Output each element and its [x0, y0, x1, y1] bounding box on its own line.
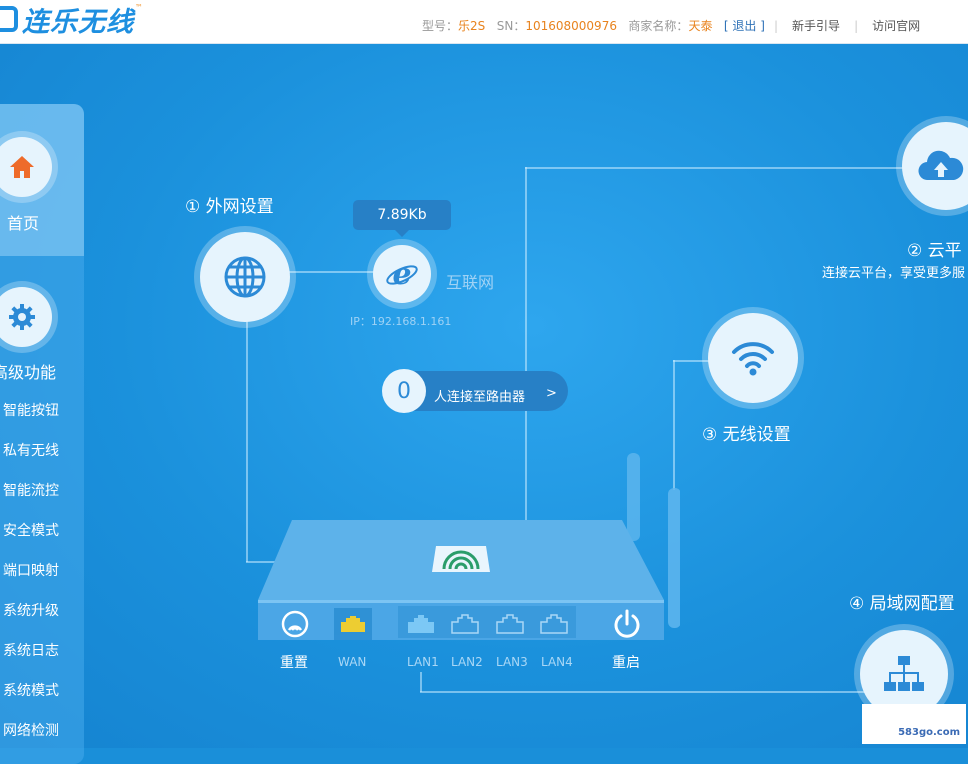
merchant-value: 天泰: [688, 19, 713, 33]
wireless-settings-title[interactable]: ③ 无线设置: [702, 420, 791, 445]
lan4-label: LAN4: [541, 655, 573, 669]
model-value: 乐2S: [458, 19, 486, 33]
logo-trademark: ™: [135, 2, 143, 12]
svg-text:e: e: [392, 257, 411, 291]
wan-settings-button[interactable]: [200, 232, 290, 322]
lan-config-title[interactable]: ④ 局域网配置: [849, 589, 955, 614]
sidebar-home-label[interactable]: 首页: [7, 210, 39, 234]
ethernet-port-icon: [408, 615, 434, 633]
sidebar-item-security-mode[interactable]: 安全模式: [3, 520, 59, 540]
device-info: 型号：乐2S SN：101608000976 商家名称：天泰 [ 退出 ]: [422, 17, 765, 34]
connector-line: [246, 300, 248, 562]
chevron-right-icon[interactable]: >: [546, 386, 557, 401]
ip-address: IP：192.168.1.161: [350, 315, 452, 328]
connector-line: [420, 691, 865, 693]
wan-settings-title[interactable]: ① 外网设置: [185, 192, 274, 217]
model-label: 型号：: [422, 19, 459, 33]
merchant-label: 商家名称：: [628, 19, 689, 33]
logo-text: 连乐无线: [22, 6, 134, 38]
power-icon: [614, 609, 640, 638]
reset-label[interactable]: 重置: [280, 652, 308, 672]
cloud-upload-icon: [918, 150, 964, 181]
lan-port-3[interactable]: [496, 614, 524, 638]
speed-value: 7.89Kb: [377, 207, 427, 223]
ethernet-port-icon: [451, 614, 479, 634]
connected-text[interactable]: 人连接至路由器: [434, 386, 525, 405]
ethernet-port-icon: [341, 616, 365, 632]
cloud-platform-desc: 连接云平台，享受更多服: [822, 266, 966, 281]
reboot-label[interactable]: 重启: [612, 652, 640, 672]
connector-line: [420, 672, 422, 692]
watermark-text: 583go.com: [898, 727, 960, 738]
connector-line: [280, 271, 380, 273]
sidebar-item-system-log[interactable]: 系统日志: [3, 640, 59, 660]
brand-logo[interactable]: 连乐无线 ™: [0, 2, 143, 38]
sidebar-item-system-mode[interactable]: 系统模式: [3, 680, 59, 700]
ethernet-port-icon: [540, 614, 568, 634]
gear-icon: [9, 304, 35, 330]
lan-port-4[interactable]: [540, 614, 568, 638]
home-icon: [10, 156, 34, 178]
nav-guide-link[interactable]: 新手引导: [792, 19, 840, 33]
reboot-button[interactable]: [612, 608, 642, 640]
internet-label: 互联网: [446, 273, 495, 292]
nav-separator: |: [854, 19, 859, 33]
sn-label: SN：: [496, 19, 526, 33]
wireless-settings-button[interactable]: [708, 313, 798, 403]
lan-port-2[interactable]: [451, 614, 479, 638]
reset-button[interactable]: [281, 610, 309, 638]
wifi-icon: [732, 342, 774, 376]
lan1-label: LAN1: [407, 655, 439, 669]
network-topology-icon: [884, 656, 924, 691]
browser-e-icon: e: [386, 257, 418, 291]
nav-separator: |: [774, 19, 779, 33]
connected-count[interactable]: 0: [382, 369, 426, 413]
sidebar-advanced-label[interactable]: 高级功能: [0, 359, 56, 383]
sidebar-item-smart-button[interactable]: 智能按钮: [3, 400, 59, 420]
nav-official-link[interactable]: 访问官网: [872, 19, 920, 33]
site-watermark: 583go.com: [862, 704, 966, 744]
sidebar-item-smart-flow[interactable]: 智能流控: [3, 480, 59, 500]
globe-icon: [224, 256, 266, 298]
ethernet-port-icon: [496, 614, 524, 634]
lan3-label: LAN3: [496, 655, 528, 669]
lan-port-1[interactable]: [407, 614, 435, 638]
logo-mark-icon: [0, 6, 18, 32]
sidebar-item-system-upgrade[interactable]: 系统升级: [3, 600, 59, 620]
cloud-platform-title[interactable]: ② 云平: [907, 236, 962, 261]
wan-port[interactable]: [334, 608, 372, 640]
wan-port-label: WAN: [338, 655, 367, 669]
logout-link[interactable]: [ 退出 ]: [724, 19, 765, 33]
sidebar-item-port-mapping[interactable]: 端口映射: [3, 560, 59, 580]
connector-line: [525, 167, 905, 169]
header-nav: | 新手引导 | 访问官网: [774, 17, 920, 34]
sn-value: 101608000976: [525, 19, 617, 33]
top-header: 连乐无线 ™ 型号：乐2S SN：101608000976 商家名称：天泰 [ …: [0, 0, 968, 44]
sidebar-item-network-check[interactable]: 网络检测: [3, 720, 59, 740]
reset-icon: [281, 610, 309, 638]
internet-button[interactable]: e: [373, 245, 431, 303]
sidebar-item-private-wireless[interactable]: 私有无线: [3, 440, 59, 460]
lan2-label: LAN2: [451, 655, 483, 669]
speed-bubble: 7.89Kb: [353, 200, 451, 237]
